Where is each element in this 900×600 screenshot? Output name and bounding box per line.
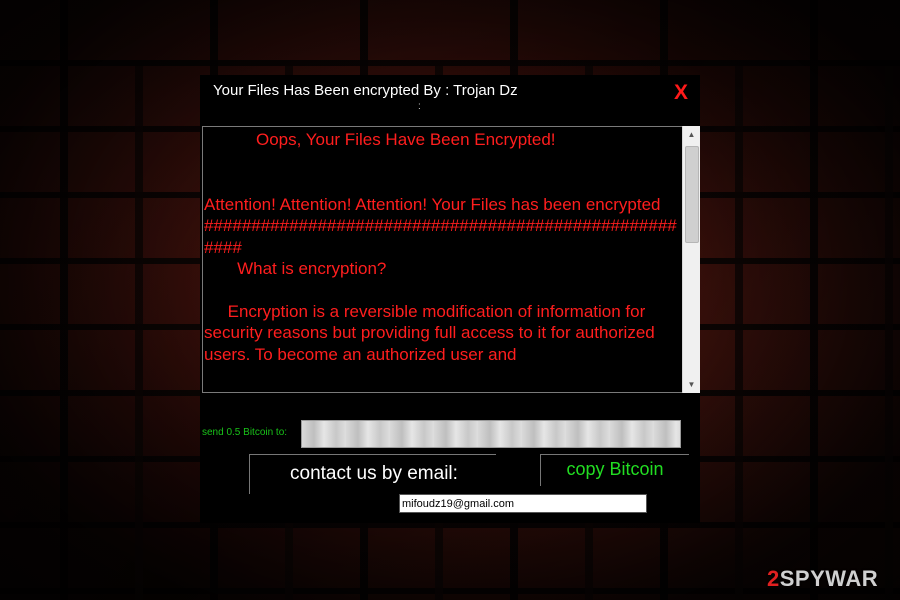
message-spacer [204, 151, 682, 194]
watermark-logo: 2SPYWAR [767, 566, 878, 592]
email-field[interactable]: mifoudz19@gmail.com [399, 494, 647, 513]
ransom-message-text: Oops, Your Files Have Been Encrypted! At… [204, 127, 682, 365]
ransom-message-textbox[interactable]: Oops, Your Files Have Been Encrypted! At… [202, 126, 684, 393]
scroll-up-arrow-icon[interactable]: ▲ [683, 126, 700, 143]
scroll-down-arrow-icon[interactable]: ▼ [683, 376, 700, 393]
send-bitcoin-label: send 0.5 Bitcoin to: [202, 427, 288, 438]
title-separator: : [418, 101, 421, 112]
message-attention: Attention! Attention! Attention! Your Fi… [204, 194, 661, 214]
window-title: Your Files Has Been encrypted By : Troja… [213, 82, 518, 99]
bitcoin-address-field[interactable] [301, 420, 681, 448]
watermark-prefix: 2 [767, 566, 780, 591]
watermark-text: SPYWAR [779, 566, 879, 591]
message-question: What is encryption? [204, 259, 387, 278]
message-heading: Oops, Your Files Have Been Encrypted! [204, 130, 556, 149]
contact-email-label: contact us by email: [290, 463, 458, 484]
ransom-window: Your Files Has Been encrypted By : Troja… [200, 75, 700, 523]
message-scrollbar[interactable]: ▲ ▼ [682, 126, 700, 393]
message-paragraph: Encryption is a reversible modification … [204, 301, 660, 364]
copy-bitcoin-button[interactable]: copy Bitcoin [540, 454, 689, 486]
message-hashes: ########################################… [204, 216, 677, 257]
message-spacer-2 [204, 280, 682, 301]
close-button[interactable]: X [674, 81, 688, 105]
scrollbar-thumb[interactable] [685, 146, 699, 243]
